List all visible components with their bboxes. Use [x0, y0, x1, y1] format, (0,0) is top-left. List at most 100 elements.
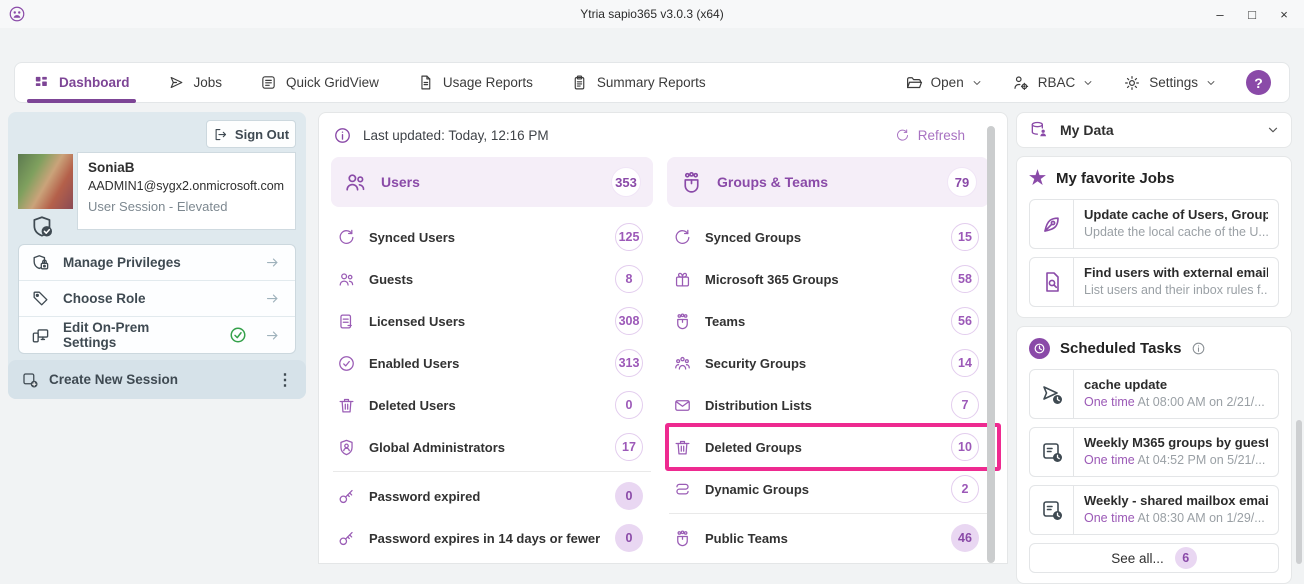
count-badge: 8	[615, 265, 643, 293]
row-synced-groups[interactable]: Synced Groups 15	[667, 216, 989, 258]
row-dynamic-groups[interactable]: Dynamic Groups 2	[667, 468, 989, 510]
row-partial	[331, 559, 653, 564]
manage-privileges-button[interactable]: Manage Privileges	[19, 245, 295, 281]
tab-summary-reports[interactable]: Summary Reports	[571, 74, 706, 91]
sync-icon	[673, 228, 692, 247]
session-actions: Manage Privileges Choose Role Edit On-Pr…	[18, 244, 296, 354]
main-nav-bar: Dashboard Jobs Quick GridView Usage Repo…	[14, 62, 1290, 103]
groups-teams-card: Groups & Teams 79 Synced Groups 15 Micro…	[667, 157, 989, 564]
trash-icon	[673, 438, 692, 457]
tab-dashboard[interactable]: Dashboard	[33, 74, 130, 91]
row-security-groups[interactable]: Security Groups 14	[667, 342, 989, 384]
users-card-header[interactable]: Users 353	[331, 157, 653, 207]
main-scrollbar[interactable]	[987, 126, 995, 563]
my-data-section[interactable]: My Data	[1016, 112, 1292, 148]
shield-lock-icon	[31, 253, 50, 272]
see-all-count-badge: 6	[1175, 547, 1197, 569]
dashboard-grid-icon	[33, 74, 50, 91]
row-deleted-groups[interactable]: Deleted Groups 10	[667, 426, 989, 468]
window-title: Ytria sapio365 v3.0.3 (x64)	[580, 7, 723, 21]
tag-icon	[31, 289, 50, 308]
arrow-right-icon	[262, 291, 283, 306]
count-badge: 58	[951, 265, 979, 293]
scheduled-task-item[interactable]: Weekly - shared mailbox email... One tim…	[1029, 485, 1279, 535]
scheduled-task-item[interactable]: Weekly M365 groups by guest... One time …	[1029, 427, 1279, 477]
devices-icon	[31, 326, 50, 345]
keys-icon	[337, 487, 356, 506]
gear-icon	[1123, 74, 1141, 92]
sync-icon	[337, 228, 356, 247]
tab-jobs[interactable]: Jobs	[168, 74, 223, 91]
chevron-down-icon	[1206, 78, 1216, 88]
chevron-down-icon[interactable]	[1267, 124, 1279, 136]
groups-card-header[interactable]: Groups & Teams 79	[667, 157, 989, 207]
refresh-button[interactable]: Refresh	[895, 128, 965, 143]
clipboard-icon	[571, 74, 588, 91]
user-email: AADMIN1@sygx2.onmicrosoft.com	[88, 179, 285, 193]
row-guests[interactable]: Guests 8	[331, 258, 653, 300]
star-icon: ★	[1029, 169, 1046, 188]
chevron-down-icon	[972, 78, 982, 88]
session-type: User Session - Elevated	[88, 199, 285, 214]
row-deleted-users[interactable]: Deleted Users 0	[331, 384, 653, 426]
row-global-administrators[interactable]: Global Administrators 17	[331, 426, 653, 468]
document-icon	[417, 74, 434, 91]
dashboard-panel: Last updated: Today, 12:16 PM Refresh Us…	[318, 112, 1008, 564]
favorite-jobs-section: ★ My favorite Jobs Update cache of Users…	[1016, 156, 1292, 318]
settings-menu-button[interactable]: Settings	[1123, 74, 1216, 92]
teams-icon	[673, 312, 692, 331]
row-distribution-lists[interactable]: Distribution Lists 7	[667, 384, 989, 426]
see-all-button[interactable]: See all... 6	[1029, 543, 1279, 573]
groups-total-badge: 79	[947, 167, 977, 197]
arrow-right-icon	[262, 255, 283, 270]
choose-role-button[interactable]: Choose Role	[19, 281, 295, 317]
scheduled-tasks-section: Scheduled Tasks cache update One time At…	[1016, 326, 1292, 584]
right-scrollbar[interactable]	[1296, 420, 1302, 564]
row-synced-users[interactable]: Synced Users 125	[331, 216, 653, 258]
rbac-menu-button[interactable]: RBAC	[1012, 74, 1094, 92]
row-password-expired[interactable]: Password expired 0	[331, 475, 653, 517]
count-badge: 14	[951, 349, 979, 377]
tab-usage-reports[interactable]: Usage Reports	[417, 74, 533, 91]
sign-out-button[interactable]: Sign Out	[206, 120, 296, 148]
row-licensed-users[interactable]: Licensed Users 308	[331, 300, 653, 342]
last-updated-text: Last updated: Today, 12:16 PM	[363, 128, 549, 143]
shield-user-icon	[337, 438, 356, 457]
list-icon	[260, 74, 277, 91]
help-button[interactable]: ?	[1246, 70, 1271, 95]
close-button[interactable]: ×	[1268, 1, 1300, 27]
session-sidebar: Sign Out SoniaB AADMIN1@sygx2.onmicrosof…	[8, 112, 306, 399]
kebab-menu-icon[interactable]: ⋮	[277, 370, 293, 390]
keys-icon	[337, 529, 356, 548]
count-badge: 0	[615, 524, 643, 552]
calendar-clock-icon	[1030, 428, 1074, 476]
maximize-button[interactable]: □	[1236, 1, 1268, 27]
minimize-button[interactable]: –	[1204, 1, 1236, 27]
arrow-right-icon	[262, 328, 283, 343]
people-trio-icon	[673, 354, 692, 373]
row-teams[interactable]: Teams 56	[667, 300, 989, 342]
info-icon	[333, 126, 352, 145]
row-password-expires-soon[interactable]: Password expires in 14 days or fewer 0	[331, 517, 653, 559]
create-new-session-button[interactable]: Create New Session ⋮	[8, 360, 306, 399]
count-badge: 10	[951, 433, 979, 461]
user-info-card: SoniaB AADMIN1@sygx2.onmicrosoft.com Use…	[77, 152, 296, 230]
favorite-job-item[interactable]: Find users with external email ... List …	[1029, 257, 1279, 307]
row-enabled-users[interactable]: Enabled Users 313	[331, 342, 653, 384]
check-circle-icon	[337, 354, 356, 373]
sign-out-door-icon	[213, 127, 228, 142]
scheduled-task-item[interactable]: cache update One time At 08:00 AM on 2/2…	[1029, 369, 1279, 419]
open-menu-button[interactable]: Open	[905, 74, 982, 92]
clock-icon	[1029, 338, 1050, 359]
edit-onprem-settings-button[interactable]: Edit On-Prem Settings	[19, 317, 295, 353]
calendar-clock-icon	[1030, 486, 1074, 534]
tab-quick-gridview[interactable]: Quick GridView	[260, 74, 379, 91]
row-m365-groups[interactable]: Microsoft 365 Groups 58	[667, 258, 989, 300]
count-badge: 125	[615, 223, 643, 251]
favorite-job-item[interactable]: Update cache of Users, Groups... Update …	[1029, 199, 1279, 249]
count-badge: 46	[951, 524, 979, 552]
info-icon[interactable]	[1191, 341, 1206, 356]
users-icon	[337, 270, 356, 289]
count-badge: 15	[951, 223, 979, 251]
row-public-teams[interactable]: Public Teams 46	[667, 517, 989, 559]
